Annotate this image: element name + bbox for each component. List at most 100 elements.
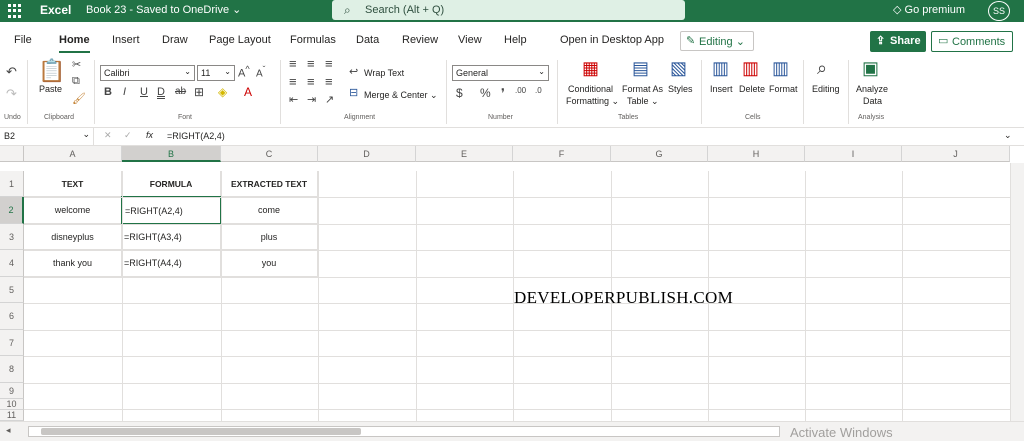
row-header-8[interactable]: 8 xyxy=(0,356,24,383)
delete-cells-icon[interactable]: ▥ xyxy=(742,58,759,79)
row-header-10[interactable]: 10 xyxy=(0,399,24,410)
increase-decimal-icon[interactable]: .00 xyxy=(515,86,526,95)
column-header-a[interactable]: A xyxy=(24,146,122,162)
column-header-d[interactable]: D xyxy=(318,146,416,162)
double-underline-icon[interactable]: D xyxy=(157,86,165,98)
search-box[interactable]: ⌕ Search (Alt + Q) xyxy=(332,0,685,20)
align-top-icon[interactable]: ≡ xyxy=(289,56,297,71)
app-launcher-icon[interactable] xyxy=(8,4,22,18)
paste-icon[interactable]: 📋 xyxy=(38,58,65,84)
merge-center-icon[interactable]: ⊟ xyxy=(349,86,358,99)
tab-file[interactable]: File xyxy=(14,34,32,46)
row-header-5[interactable]: 5 xyxy=(0,277,24,303)
row-header-7[interactable]: 7 xyxy=(0,330,24,356)
document-title[interactable]: Book 23 - Saved to OneDrive ⌄ xyxy=(86,3,241,16)
column-header-g[interactable]: G xyxy=(611,146,708,162)
analyze-label[interactable]: Analyze xyxy=(856,84,888,94)
conditional-formatting-icon[interactable]: ▦ xyxy=(582,58,599,79)
align-center-icon[interactable]: ≡ xyxy=(307,74,315,89)
font-color-icon[interactable]: A xyxy=(244,85,252,99)
increase-font-icon[interactable]: A^ xyxy=(238,64,250,80)
tab-data[interactable]: Data xyxy=(356,34,379,46)
expand-formula-icon[interactable]: ⌄ xyxy=(1004,130,1012,141)
row-header-2[interactable]: 2 xyxy=(0,197,24,224)
insert-cells-icon[interactable]: ▥ xyxy=(712,58,729,79)
italic-icon[interactable]: I xyxy=(123,86,126,98)
column-header-j[interactable]: J xyxy=(902,146,1010,162)
row-header-3[interactable]: 3 xyxy=(0,224,24,250)
decrease-font-icon[interactable]: Aˇ xyxy=(256,64,265,79)
styles-button[interactable]: Styles xyxy=(668,84,693,94)
number-format-dropdown[interactable]: General ⌄ xyxy=(452,65,549,81)
horizontal-scrollbar[interactable] xyxy=(28,426,780,437)
undo-icon[interactable]: ↶ xyxy=(6,64,17,80)
percent-icon[interactable]: % xyxy=(480,86,491,100)
format-painter-icon[interactable]: 🖌 xyxy=(72,92,86,105)
cancel-icon[interactable]: ✕ xyxy=(104,130,112,141)
format-as-label[interactable]: Format As xyxy=(622,84,663,94)
avatar[interactable]: SS xyxy=(988,1,1010,21)
column-header-f[interactable]: F xyxy=(513,146,611,162)
row-header-9[interactable]: 9 xyxy=(0,383,24,399)
column-header-e[interactable]: E xyxy=(416,146,513,162)
row-header-4[interactable]: 4 xyxy=(0,250,24,277)
redo-icon[interactable]: ↷ xyxy=(6,86,17,102)
open-in-desktop-app[interactable]: Open in Desktop App xyxy=(560,34,664,46)
row-header-1[interactable]: 1 xyxy=(0,171,24,197)
paste-button[interactable]: Paste xyxy=(39,84,62,94)
conditional-label[interactable]: Conditional xyxy=(568,84,613,94)
fill-color-icon[interactable]: ◈ xyxy=(218,85,227,99)
analyze-data-icon[interactable]: ▣ xyxy=(862,58,879,79)
decrease-decimal-icon[interactable]: .0 xyxy=(535,86,542,95)
conditional-formatting-button[interactable]: Formatting ⌄ xyxy=(566,96,619,107)
format-as-table-icon[interactable]: ▤ xyxy=(632,58,649,79)
tab-insert[interactable]: Insert xyxy=(112,34,140,46)
editing-group-button[interactable]: Editing xyxy=(812,84,840,94)
column-header-c[interactable]: C xyxy=(221,146,318,162)
comma-style-icon[interactable]: ❜ xyxy=(501,86,505,100)
tab-page-layout[interactable]: Page Layout xyxy=(209,34,271,46)
tab-review[interactable]: Review xyxy=(402,34,438,46)
format-as-table-button[interactable]: Table ⌄ xyxy=(627,96,659,107)
format-cells-button[interactable]: Format xyxy=(769,84,798,94)
delete-cells-button[interactable]: Delete xyxy=(739,84,765,94)
tab-home[interactable]: Home xyxy=(59,34,90,53)
align-bottom-icon[interactable]: ≡ xyxy=(325,56,333,71)
vertical-scrollbar[interactable] xyxy=(1010,163,1024,421)
align-right-icon[interactable]: ≡ xyxy=(325,74,333,89)
name-box[interactable]: B2 ⌄ xyxy=(0,128,94,145)
horizontal-scroll-thumb[interactable] xyxy=(41,428,361,435)
align-left-icon[interactable]: ≡ xyxy=(289,74,297,89)
function-icon[interactable]: fx xyxy=(146,130,153,140)
copy-icon[interactable]: ⧉ xyxy=(72,75,80,88)
formula-input[interactable]: =RIGHT(A2,4) xyxy=(167,131,225,141)
comments-button[interactable]: ▭ Comments xyxy=(931,31,1013,52)
currency-icon[interactable]: $ xyxy=(456,86,463,100)
wrap-text-icon[interactable]: ↩ xyxy=(349,65,358,78)
go-premium-link[interactable]: ◇ Go premium xyxy=(893,3,965,16)
tab-draw[interactable]: Draw xyxy=(162,34,188,46)
editing-mode-button[interactable]: ✎ Editing ⌄ xyxy=(680,31,754,51)
decrease-indent-icon[interactable]: ⇤ xyxy=(289,93,298,106)
select-all-corner[interactable] xyxy=(0,146,24,162)
cell-styles-icon[interactable]: ▧ xyxy=(670,58,687,79)
font-name-dropdown[interactable]: Calibri ⌄ xyxy=(100,65,195,81)
tab-formulas[interactable]: Formulas xyxy=(290,34,336,46)
data-label[interactable]: Data xyxy=(863,96,882,106)
column-header-i[interactable]: I xyxy=(805,146,902,162)
merge-center-button[interactable]: Merge & Center ⌄ xyxy=(364,90,438,101)
share-button[interactable]: ⇪ Share xyxy=(870,31,926,52)
increase-indent-icon[interactable]: ⇥ xyxy=(307,93,316,106)
scroll-left-icon[interactable]: ◂ xyxy=(6,425,11,436)
row-header-6[interactable]: 6 xyxy=(0,303,24,330)
enter-icon[interactable]: ✓ xyxy=(124,130,132,141)
wrap-text-button[interactable]: Wrap Text xyxy=(364,68,404,78)
find-icon[interactable]: ⌕ xyxy=(817,58,827,79)
app-name[interactable]: Excel xyxy=(40,3,71,17)
tab-view[interactable]: View xyxy=(458,34,482,46)
column-header-b[interactable]: B xyxy=(122,146,221,162)
borders-icon[interactable]: ⊞ xyxy=(194,85,204,99)
insert-cells-button[interactable]: Insert xyxy=(710,84,733,94)
bold-icon[interactable]: B xyxy=(104,86,112,98)
cut-icon[interactable]: ✂ xyxy=(72,58,81,71)
